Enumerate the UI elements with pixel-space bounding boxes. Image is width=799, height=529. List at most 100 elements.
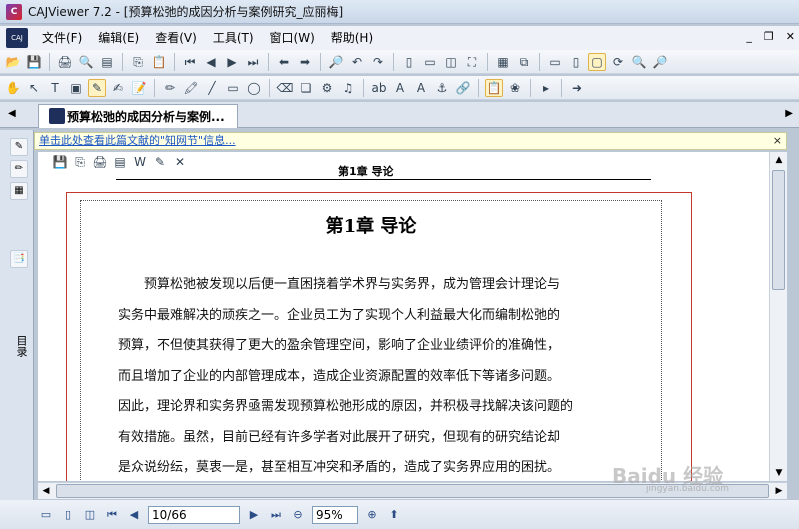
thumbnail-panel-icon[interactable]: ▦ (10, 182, 28, 200)
link-icon[interactable]: 🔗 (454, 79, 472, 97)
zoom-out-icon[interactable]: 🔍 (630, 53, 648, 71)
ellipse-icon[interactable]: ◯ (245, 79, 263, 97)
scroll-up-icon[interactable]: ▲ (770, 152, 788, 168)
annotation-panel-icon[interactable]: ✎ (10, 138, 28, 156)
prev-page-icon[interactable]: ◀ (202, 53, 220, 71)
scroll-right-icon[interactable]: ▶ (771, 483, 787, 499)
menu-edit[interactable]: 编辑(E) (90, 28, 147, 48)
single-page-view-icon[interactable]: ▭ (38, 507, 54, 523)
print-icon[interactable]: 🖨 (92, 154, 108, 170)
scan-icon[interactable]: ▤ (112, 154, 128, 170)
image-select-icon[interactable]: ▣ (67, 79, 85, 97)
play-icon[interactable]: ▸ (537, 79, 555, 97)
menu-tools[interactable]: 工具(T) (205, 28, 262, 48)
layout-icon[interactable]: ▦ (494, 53, 512, 71)
ocr-icon[interactable]: ✎ (88, 78, 106, 97)
zoom-field[interactable]: 95% (312, 505, 358, 524)
marker-icon[interactable]: 🖍 (182, 79, 200, 97)
last-page-icon[interactable]: ⏭ (268, 507, 284, 523)
fit-page-icon[interactable]: ▯ (567, 53, 585, 71)
full-screen-icon[interactable]: ⛶ (463, 53, 481, 71)
undo-icon[interactable]: ↶ (348, 53, 366, 71)
menu-view[interactable]: 查看(V) (147, 28, 205, 48)
pen-panel-icon[interactable]: ✏ (10, 160, 28, 178)
pencil-icon[interactable]: ✏ (161, 79, 179, 97)
hand-tool-icon[interactable]: ✋ (4, 79, 22, 97)
copy-icon[interactable]: ⎘ (129, 53, 147, 71)
restore-icon[interactable]: ❐ (764, 30, 774, 43)
scroll-left-icon[interactable]: ◀ (38, 483, 54, 499)
continuous-page-icon[interactable]: ▭ (421, 53, 439, 71)
zoom-out-icon[interactable]: ⊖ (290, 507, 306, 523)
menu-window[interactable]: 窗口(W) (262, 28, 323, 48)
ocr-icon[interactable]: ✎ (152, 154, 168, 170)
infobar-close-icon[interactable]: × (773, 133, 782, 149)
toolbar-separator (320, 52, 321, 71)
anchor-icon[interactable]: ⚓ (433, 79, 451, 97)
facing-view-icon[interactable]: ◫ (82, 507, 98, 523)
back-icon[interactable]: ⬅ (275, 53, 293, 71)
tab-document[interactable]: 预算松弛的成因分析与案例... (38, 104, 238, 128)
open-icon[interactable]: 📂 (4, 53, 22, 71)
eraser-icon[interactable]: ⌫ (276, 79, 294, 97)
save-icon[interactable]: 💾 (52, 154, 68, 170)
stamp-icon[interactable]: ❏ (297, 79, 315, 97)
upload-icon[interactable]: ⬆ (386, 507, 402, 523)
highlight-icon[interactable]: ✍ (109, 79, 127, 97)
redo-icon[interactable]: ↷ (369, 53, 387, 71)
copy-page-icon[interactable]: ⧉ (515, 53, 533, 71)
line-icon[interactable]: ╱ (203, 79, 221, 97)
actual-size-icon[interactable]: ▢ (588, 52, 606, 71)
knowledge-node-icon[interactable]: ❀ (506, 79, 524, 97)
zoom-in-icon[interactable]: ⊕ (364, 507, 380, 523)
print-preview-icon[interactable]: 🔍 (77, 53, 95, 71)
select-arrow-icon[interactable]: ↖ (25, 79, 43, 97)
forward-icon[interactable]: ➡ (296, 53, 314, 71)
next-page-icon[interactable]: ▶ (246, 507, 262, 523)
note-icon[interactable]: 📝 (130, 79, 148, 97)
text-line: 因此，理论界和实务界亟需发现预算松弛形成的原因，并积极寻找解决该问题的 (118, 399, 574, 414)
exit-icon[interactable]: ➜ (568, 79, 586, 97)
zoom-in-icon[interactable]: 🔎 (651, 53, 669, 71)
page-number-field[interactable]: 10/66 (148, 505, 240, 524)
snapshot-icon[interactable]: ⚙ (318, 79, 336, 97)
print-icon[interactable]: 🖨 (56, 53, 74, 71)
copy-icon[interactable]: ⎘ (72, 154, 88, 170)
rectangle-icon[interactable]: ▭ (224, 79, 242, 97)
bookmark-panel-icon[interactable]: 📑 (10, 250, 28, 268)
single-page-icon[interactable]: ▯ (400, 53, 418, 71)
close-icon[interactable]: ✕ (786, 30, 795, 43)
word-export-icon[interactable]: W (132, 154, 148, 170)
document-view[interactable]: 💾 ⎘ 🖨 ▤ W ✎ ✕ 第1章 导论 第1章 导论 预算松弛被发现以后便一直… (38, 152, 769, 481)
underline-icon[interactable]: A (412, 79, 430, 97)
rotate-icon[interactable]: ⟳ (609, 53, 627, 71)
next-page-icon[interactable]: ▶ (223, 53, 241, 71)
music-icon[interactable]: ♫ (339, 79, 357, 97)
minimize-icon[interactable]: _ (746, 30, 752, 43)
menu-help[interactable]: 帮助(H) (323, 28, 381, 48)
fit-width-icon[interactable]: ▭ (546, 53, 564, 71)
vertical-scroll-thumb[interactable] (772, 170, 785, 290)
tab-scroll-left-icon[interactable]: ◀ (8, 108, 16, 119)
find-icon[interactable]: 🔎 (327, 53, 345, 71)
save-icon[interactable]: 💾 (25, 53, 43, 71)
text-highlight-icon[interactable]: ab (370, 79, 388, 97)
continuous-view-icon[interactable]: ▯ (60, 507, 76, 523)
menu-file[interactable]: 文件(F) (34, 28, 90, 48)
scroll-down-icon[interactable]: ▼ (770, 465, 788, 481)
close-floating-icon[interactable]: ✕ (172, 154, 188, 170)
clipboard-icon[interactable]: 📋 (485, 78, 503, 97)
strikeout-icon[interactable]: A (391, 79, 409, 97)
paste-icon[interactable]: 📋 (150, 53, 168, 71)
scan-icon[interactable]: ▤ (98, 53, 116, 71)
text-select-icon[interactable]: T (46, 79, 64, 97)
facing-page-icon[interactable]: ◫ (442, 53, 460, 71)
knowledge-node-link[interactable]: 单击此处查看此篇文献的"知网节"信息... × (34, 132, 787, 150)
first-page-icon[interactable]: ⏮ (104, 507, 120, 523)
vertical-scrollbar[interactable]: ▲ ▼ (769, 152, 787, 481)
last-page-icon[interactable]: ⏭ (244, 53, 262, 71)
toc-tab[interactable]: 目录 (10, 335, 28, 357)
first-page-icon[interactable]: ⏮ (181, 53, 199, 71)
tab-scroll-right-icon[interactable]: ▶ (785, 108, 793, 119)
prev-page-icon[interactable]: ◀ (126, 507, 142, 523)
